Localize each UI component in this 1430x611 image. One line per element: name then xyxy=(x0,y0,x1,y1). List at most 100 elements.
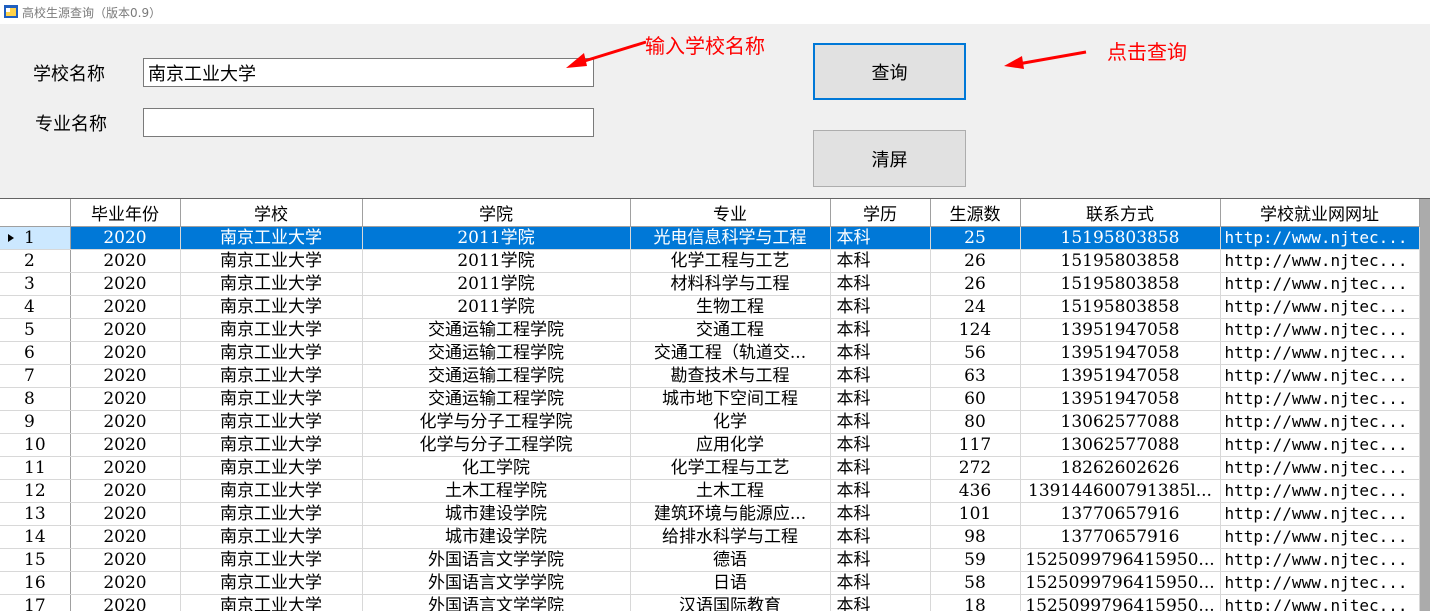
table-cell[interactable]: 2020 xyxy=(70,502,181,526)
table-cell[interactable]: 2020 xyxy=(70,226,181,250)
table-cell[interactable]: 本科 xyxy=(830,226,931,250)
table-cell[interactable]: 1525099796415950... xyxy=(1020,594,1221,611)
table-cell[interactable]: 南京工业大学 xyxy=(180,249,363,273)
row-header-cell[interactable]: 11 xyxy=(0,456,71,480)
row-header-cell[interactable]: 4 xyxy=(0,295,71,319)
table-cell[interactable]: http://www.njtec... xyxy=(1220,525,1420,549)
table-cell[interactable]: 15195803858 xyxy=(1020,249,1221,273)
table-cell[interactable]: 材料科学与工程 xyxy=(630,272,831,296)
table-cell[interactable]: 勘查技术与工程 xyxy=(630,364,831,388)
table-cell[interactable]: 139144600791385l... xyxy=(1020,479,1221,503)
table-cell[interactable]: 13770657916 xyxy=(1020,502,1221,526)
table-cell[interactable]: 2020 xyxy=(70,341,181,365)
table-cell[interactable]: 26 xyxy=(930,249,1021,273)
row-header-cell[interactable]: 8 xyxy=(0,387,71,411)
table-cell[interactable]: 56 xyxy=(930,341,1021,365)
row-header-cell[interactable]: 16 xyxy=(0,571,71,595)
table-cell[interactable]: http://www.njtec... xyxy=(1220,249,1420,273)
table-cell[interactable]: 124 xyxy=(930,318,1021,342)
table-cell[interactable]: 59 xyxy=(930,548,1021,572)
table-cell[interactable]: 15195803858 xyxy=(1020,226,1221,250)
table-cell[interactable]: 本科 xyxy=(830,318,931,342)
table-cell[interactable]: http://www.njtec... xyxy=(1220,433,1420,457)
table-cell[interactable]: 2020 xyxy=(70,410,181,434)
table-row[interactable]: 1 2020 南京工业大学 2011学院 光电信息科学与工程 本科 25 1519580385… xyxy=(0,226,1420,250)
table-row[interactable]: 3 2020 南京工业大学 2011学院 材料科学与工程 本科 26 15195803858 h… xyxy=(0,272,1420,296)
table-cell[interactable]: 城市地下空间工程 xyxy=(630,387,831,411)
table-cell[interactable]: 南京工业大学 xyxy=(180,456,363,480)
table-cell[interactable]: 化学 xyxy=(630,410,831,434)
table-cell[interactable]: 26 xyxy=(930,272,1021,296)
table-cell[interactable]: 2011学院 xyxy=(362,249,631,273)
table-cell[interactable]: 13951947058 xyxy=(1020,387,1221,411)
column-header[interactable]: 学院 xyxy=(362,199,631,227)
table-row[interactable]: 8 2020 南京工业大学 交通运输工程学院 城市地下空间工程 本科 60 139519470… xyxy=(0,387,1420,411)
table-cell[interactable]: 436 xyxy=(930,479,1021,503)
table-row[interactable]: 9 2020 南京工业大学 化学与分子工程学院 化学 本科 80 13062577088 htt… xyxy=(0,410,1420,434)
table-cell[interactable]: 化学工程与工艺 xyxy=(630,249,831,273)
table-row[interactable]: 6 2020 南京工业大学 交通运输工程学院 交通工程（轨道交... 本科 56 139519… xyxy=(0,341,1420,365)
table-cell[interactable]: 南京工业大学 xyxy=(180,387,363,411)
table-cell[interactable]: 交通工程 xyxy=(630,318,831,342)
table-cell[interactable]: 交通运输工程学院 xyxy=(362,364,631,388)
table-cell[interactable]: 南京工业大学 xyxy=(180,433,363,457)
row-header-cell[interactable]: 7 xyxy=(0,364,71,388)
table-cell[interactable]: 2020 xyxy=(70,594,181,611)
table-cell[interactable]: 城市建设学院 xyxy=(362,502,631,526)
query-button[interactable]: 查询 xyxy=(813,43,966,100)
table-cell[interactable]: 2020 xyxy=(70,272,181,296)
table-cell[interactable]: 南京工业大学 xyxy=(180,502,363,526)
table-cell[interactable]: 本科 xyxy=(830,479,931,503)
table-cell[interactable]: 外国语言文学学院 xyxy=(362,594,631,611)
table-cell[interactable]: http://www.njtec... xyxy=(1220,594,1420,611)
table-cell[interactable]: 南京工业大学 xyxy=(180,571,363,595)
table-cell[interactable]: http://www.njtec... xyxy=(1220,456,1420,480)
table-row[interactable]: 13 2020 南京工业大学 城市建设学院 建筑环境与能源应... 本科 101 137706… xyxy=(0,502,1420,526)
table-cell[interactable]: 南京工业大学 xyxy=(180,410,363,434)
table-cell[interactable]: 13951947058 xyxy=(1020,364,1221,388)
row-header-cell[interactable]: 1 xyxy=(0,226,71,250)
table-cell[interactable]: 德语 xyxy=(630,548,831,572)
table-cell[interactable]: 15195803858 xyxy=(1020,272,1221,296)
table-row[interactable]: 4 2020 南京工业大学 2011学院 生物工程 本科 24 15195803858 http… xyxy=(0,295,1420,319)
table-row[interactable]: 12 2020 南京工业大学 土木工程学院 土木工程 本科 436 1391446007913… xyxy=(0,479,1420,503)
table-cell[interactable]: 1525099796415950... xyxy=(1020,571,1221,595)
table-cell[interactable]: 城市建设学院 xyxy=(362,525,631,549)
table-cell[interactable]: 本科 xyxy=(830,410,931,434)
table-cell[interactable]: 98 xyxy=(930,525,1021,549)
table-cell[interactable]: 本科 xyxy=(830,548,931,572)
row-header-corner[interactable] xyxy=(0,199,71,227)
table-row[interactable]: 2 2020 南京工业大学 2011学院 化学工程与工艺 本科 26 15195803858 h… xyxy=(0,249,1420,273)
table-cell[interactable]: 2020 xyxy=(70,433,181,457)
table-cell[interactable]: 化学与分子工程学院 xyxy=(362,410,631,434)
table-cell[interactable]: 本科 xyxy=(830,387,931,411)
row-header-cell[interactable]: 12 xyxy=(0,479,71,503)
table-cell[interactable]: 13951947058 xyxy=(1020,318,1221,342)
table-cell[interactable]: http://www.njtec... xyxy=(1220,548,1420,572)
table-cell[interactable]: 2020 xyxy=(70,571,181,595)
row-header-cell[interactable]: 9 xyxy=(0,410,71,434)
table-cell[interactable]: 2020 xyxy=(70,525,181,549)
table-cell[interactable]: 化工学院 xyxy=(362,456,631,480)
table-cell[interactable]: 2011学院 xyxy=(362,295,631,319)
table-cell[interactable]: 2020 xyxy=(70,318,181,342)
column-header[interactable]: 毕业年份 xyxy=(70,199,181,227)
table-cell[interactable]: 南京工业大学 xyxy=(180,318,363,342)
table-row[interactable]: 10 2020 南京工业大学 化学与分子工程学院 应用化学 本科 117 1306257708… xyxy=(0,433,1420,457)
table-cell[interactable]: 本科 xyxy=(830,364,931,388)
table-cell[interactable]: 土木工程学院 xyxy=(362,479,631,503)
table-cell[interactable]: 应用化学 xyxy=(630,433,831,457)
table-cell[interactable]: 13951947058 xyxy=(1020,341,1221,365)
table-cell[interactable]: 24 xyxy=(930,295,1021,319)
table-cell[interactable]: http://www.njtec... xyxy=(1220,479,1420,503)
row-header-cell[interactable]: 14 xyxy=(0,525,71,549)
table-cell[interactable]: http://www.njtec... xyxy=(1220,295,1420,319)
column-header[interactable]: 专业 xyxy=(630,199,831,227)
table-cell[interactable]: 日语 xyxy=(630,571,831,595)
table-cell[interactable]: 117 xyxy=(930,433,1021,457)
table-cell[interactable]: http://www.njtec... xyxy=(1220,502,1420,526)
table-cell[interactable]: 化学工程与工艺 xyxy=(630,456,831,480)
table-cell[interactable]: 13062577088 xyxy=(1020,433,1221,457)
school-name-input[interactable] xyxy=(143,58,594,87)
table-cell[interactable]: 本科 xyxy=(830,525,931,549)
